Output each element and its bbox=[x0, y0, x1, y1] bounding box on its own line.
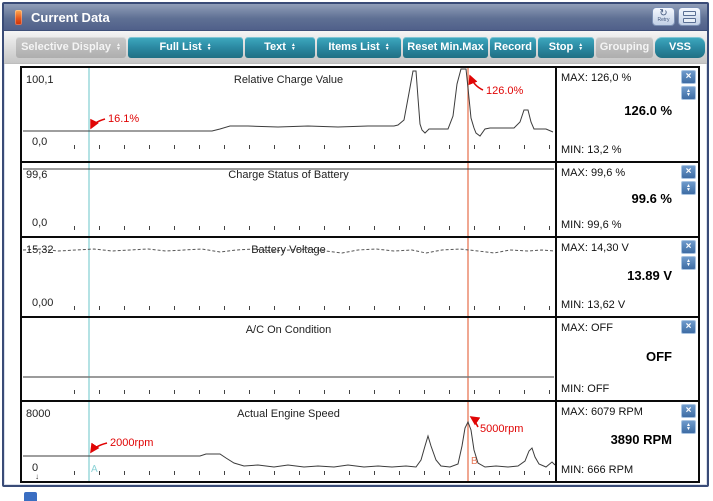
min-value-label: MIN: 13,62 V bbox=[561, 299, 625, 311]
plot-area[interactable]: 15,32 Battery Voltage 0,00 bbox=[22, 238, 555, 316]
close-icon: × bbox=[686, 242, 692, 252]
close-icon: × bbox=[686, 322, 692, 332]
toolbar-button-record[interactable]: Record bbox=[490, 37, 536, 58]
min-value-label: MIN: OFF bbox=[561, 383, 609, 395]
min-value-label: MIN: 99,6 % bbox=[561, 219, 622, 231]
updown-arrows-icon: ▲▼ bbox=[116, 43, 121, 51]
window-list-button[interactable] bbox=[678, 7, 701, 26]
annotation-label: 5000rpm bbox=[480, 423, 523, 435]
max-value-label: MAX: OFF bbox=[561, 322, 613, 334]
close-channel-button[interactable]: × bbox=[681, 165, 696, 179]
channel-strip-charge-status: 99,6 Charge Status of Battery 0,0 MAX: 9… bbox=[22, 161, 698, 236]
updown-arrows-icon: ▲▼ bbox=[578, 43, 583, 51]
max-value-label: MAX: 14,30 V bbox=[561, 242, 629, 254]
close-channel-button[interactable]: × bbox=[681, 320, 696, 334]
annotation-label: 2000rpm bbox=[110, 437, 153, 449]
retry-button[interactable]: ↻ Retry bbox=[652, 7, 675, 26]
value-panel: MAX: 6079 RPM 3890 RPM MIN: 666 RPM × ▲▼ bbox=[555, 402, 698, 481]
toolbar: Selective Display▲▼Full List▲▼Text▲▼Item… bbox=[4, 31, 707, 64]
titlebar-buttons: ↻ Retry bbox=[652, 7, 701, 26]
channel-strip-relative-charge-value: 16.1%126.0% 100,1 Relative Charge Value … bbox=[22, 68, 698, 161]
tick-marks bbox=[22, 226, 555, 231]
current-value: 3890 RPM bbox=[611, 432, 672, 447]
background-window-fragment bbox=[24, 492, 37, 501]
annotation-arrow bbox=[91, 443, 107, 452]
toolbar-button-text[interactable]: Text▲▼ bbox=[245, 37, 315, 58]
toolbar-button-selective-display[interactable]: Selective Display▲▼ bbox=[16, 37, 126, 58]
updown-arrows-icon: ▲▼ bbox=[207, 43, 212, 51]
annotation-arrow bbox=[91, 119, 105, 128]
channel-title: Charge Status of Battery bbox=[22, 169, 555, 181]
current-value: 126.0 % bbox=[624, 103, 672, 118]
min-value-label: MIN: 13,2 % bbox=[561, 144, 622, 156]
app-icon bbox=[15, 10, 22, 25]
max-value-label: MAX: 99,6 % bbox=[561, 167, 625, 179]
close-channel-button[interactable]: × bbox=[681, 404, 696, 418]
min-value-label: MIN: 666 RPM bbox=[561, 464, 633, 476]
current-value: OFF bbox=[646, 349, 672, 364]
expand-channel-button[interactable]: ▲▼ bbox=[681, 420, 696, 434]
value-panel: MAX: 126,0 % 126.0 % MIN: 13,2 % × ▲▼ bbox=[555, 68, 698, 161]
channel-title: Battery Voltage bbox=[22, 244, 555, 256]
max-value-label: MAX: 6079 RPM bbox=[561, 406, 643, 418]
channel-strip-actual-engine-speed: 2000rpm5000rpm 8000 Actual Engine Speed … bbox=[22, 400, 698, 481]
expand-channel-button[interactable]: ▲▼ bbox=[681, 86, 696, 100]
channel-title: Relative Charge Value bbox=[22, 74, 555, 86]
annotation-label: 126.0% bbox=[486, 85, 524, 97]
updown-arrows-icon: ▲▼ bbox=[686, 184, 691, 192]
plot-area[interactable]: A/C On Condition bbox=[22, 318, 555, 400]
channel-title: A/C On Condition bbox=[22, 324, 555, 336]
toolbar-button-stop[interactable]: Stop▲▼ bbox=[538, 37, 594, 58]
current-value: 13.89 V bbox=[627, 268, 672, 283]
max-value-label: MAX: 126,0 % bbox=[561, 72, 631, 84]
toolbar-button-full-list[interactable]: Full List▲▼ bbox=[128, 37, 243, 58]
tick-marks bbox=[22, 306, 555, 311]
updown-arrows-icon: ▲▼ bbox=[686, 89, 691, 97]
toolbar-button-vss[interactable]: VSS bbox=[655, 37, 705, 58]
close-channel-button[interactable]: × bbox=[681, 70, 696, 84]
plot-area[interactable]: 16.1%126.0% 100,1 Relative Charge Value … bbox=[22, 68, 555, 161]
toolbar-button-items-list[interactable]: Items List▲▼ bbox=[317, 37, 401, 58]
tick-marks bbox=[22, 471, 555, 476]
title-bar[interactable]: Current Data ↻ Retry bbox=[4, 4, 707, 31]
toolbar-button-grouping[interactable]: Grouping bbox=[596, 37, 653, 58]
tick-marks bbox=[22, 145, 555, 150]
expand-channel-button[interactable]: ▲▼ bbox=[681, 181, 696, 195]
close-icon: × bbox=[686, 167, 692, 177]
close-icon: × bbox=[686, 406, 692, 416]
plot-area[interactable]: 2000rpm5000rpm 8000 Actual Engine Speed … bbox=[22, 402, 555, 481]
current-value: 99.6 % bbox=[632, 191, 672, 206]
window-title: Current Data bbox=[31, 10, 110, 25]
toolbar-button-reset-min-max[interactable]: Reset Min.Max bbox=[403, 37, 488, 58]
annotation-label: 16.1% bbox=[108, 113, 139, 125]
channel-strip-ac-on-condition: A/C On Condition MAX: OFF OFF MIN: OFF ×… bbox=[22, 316, 698, 400]
expand-channel-button[interactable]: ▲▼ bbox=[681, 256, 696, 270]
close-icon: × bbox=[686, 72, 692, 82]
current-data-window: Current Data ↻ Retry Selective Display▲▼… bbox=[2, 2, 709, 487]
channel-strip-battery-voltage: 15,32 Battery Voltage 0,00 MAX: 14,30 V … bbox=[22, 236, 698, 316]
updown-arrows-icon: ▲▼ bbox=[686, 423, 691, 431]
list-bars-icon bbox=[683, 11, 696, 23]
updown-arrows-icon: ▲▼ bbox=[686, 259, 691, 267]
channel-title: Actual Engine Speed bbox=[22, 408, 555, 420]
tick-marks bbox=[22, 390, 555, 395]
value-panel: MAX: 99,6 % 99.6 % MIN: 99,6 % × ▲▼ bbox=[555, 163, 698, 236]
retry-button-label: Retry bbox=[658, 18, 670, 23]
updown-arrows-icon: ▲▼ bbox=[291, 43, 296, 51]
chart-area: AB 16.1%126.0% 100,1 Relative Charge Val… bbox=[20, 66, 700, 483]
plot-area[interactable]: 99,6 Charge Status of Battery 0,0 bbox=[22, 163, 555, 236]
value-panel: MAX: 14,30 V 13.89 V MIN: 13,62 V × ▲▼ bbox=[555, 238, 698, 316]
updown-arrows-icon: ▲▼ bbox=[385, 43, 390, 51]
value-panel: MAX: OFF OFF MIN: OFF × ▲▼ bbox=[555, 318, 698, 400]
close-channel-button[interactable]: × bbox=[681, 240, 696, 254]
